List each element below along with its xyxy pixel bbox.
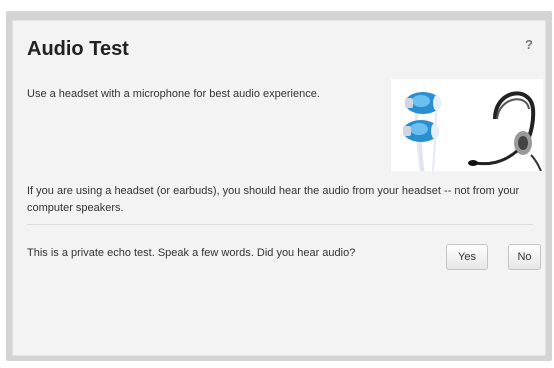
help-button[interactable]: ? — [525, 37, 533, 52]
no-button[interactable]: No — [508, 244, 541, 270]
yes-button[interactable]: Yes — [446, 244, 488, 270]
headset-tip-text: Use a headset with a microphone for best… — [27, 88, 320, 100]
headset-note-text: If you are using a headset (or earbuds),… — [27, 185, 520, 214]
headset-image — [391, 79, 543, 172]
echo-test-prompt: This is a private echo test. Speak a few… — [27, 247, 356, 259]
divider — [27, 224, 533, 225]
dialog-title: Audio Test — [27, 38, 129, 60]
audio-test-dialog: Audio Test ? Use a headset with a microp… — [12, 20, 546, 356]
earbuds-and-headset-icon — [403, 91, 542, 172]
